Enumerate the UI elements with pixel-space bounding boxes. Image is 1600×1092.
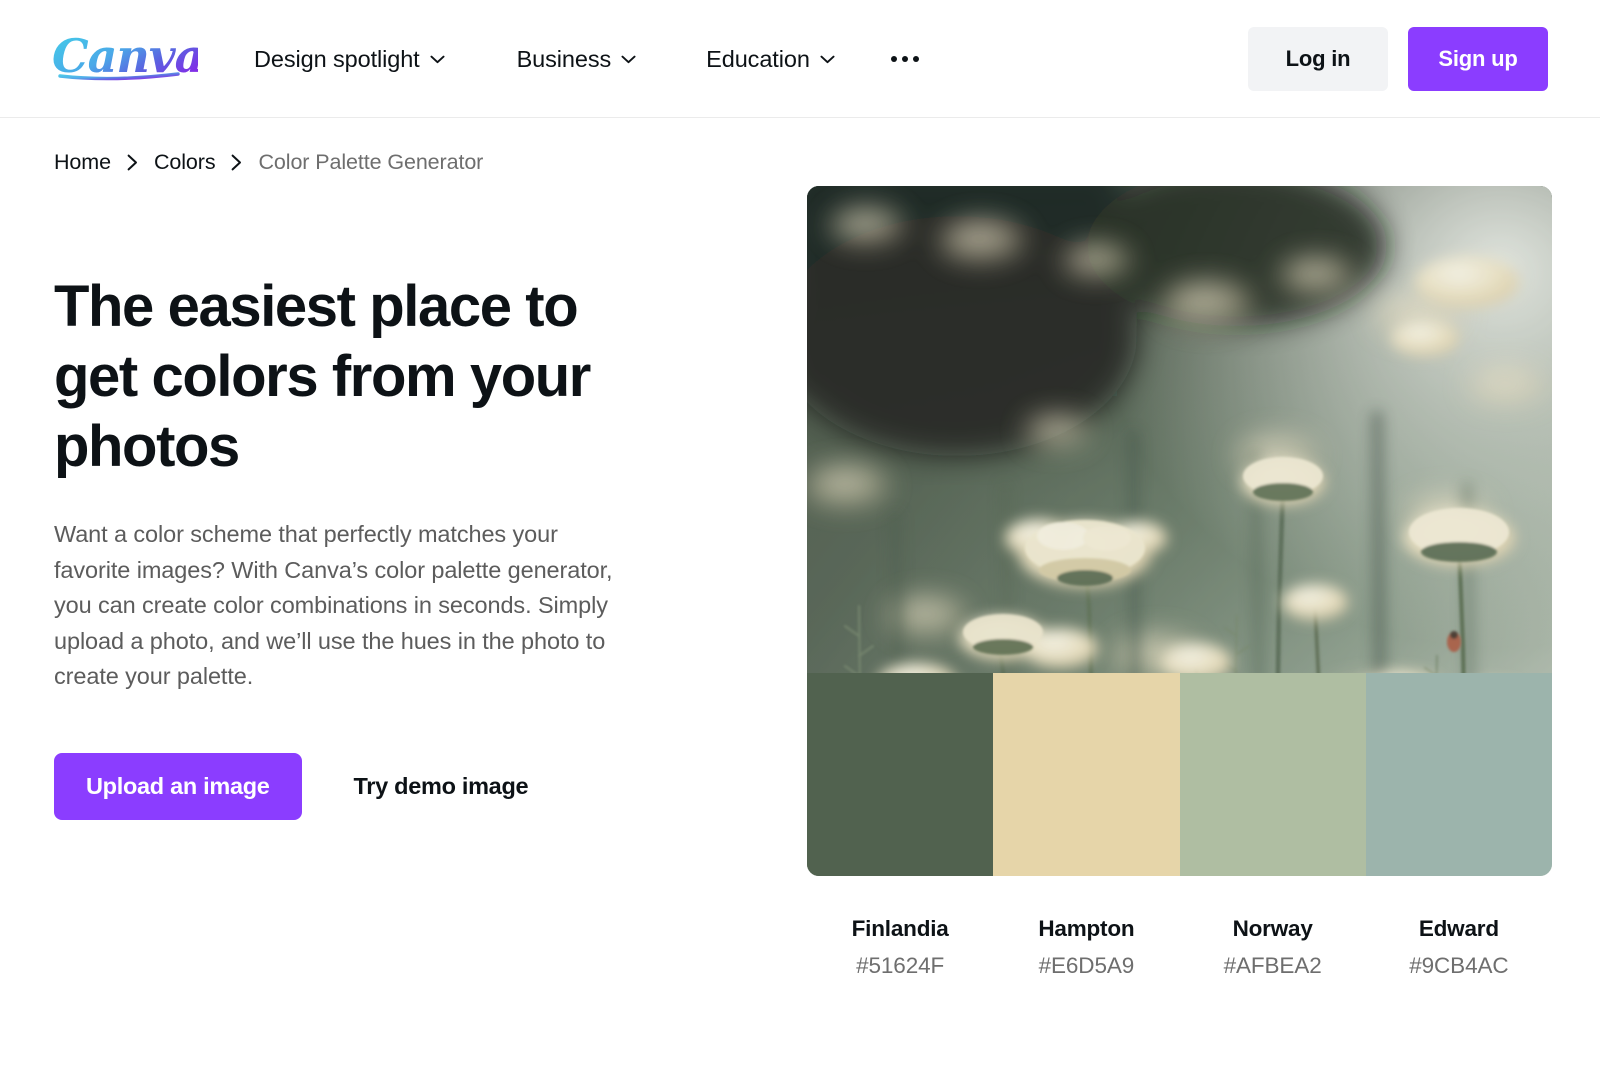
hero-actions: Upload an image Try demo image xyxy=(54,752,694,820)
color-swatch-edward[interactable] xyxy=(1365,673,1552,876)
ellipsis-icon[interactable] xyxy=(887,46,923,72)
breadcrumb: Home Colors Color Palette Generator xyxy=(54,150,483,175)
hero-description: Want a color scheme that perfectly match… xyxy=(54,521,613,689)
chevron-right-icon xyxy=(232,154,242,171)
color-label-norway: Norway #AFBEA2 xyxy=(1180,916,1366,979)
color-swatch-norway[interactable] xyxy=(1179,673,1366,876)
color-hex[interactable]: #AFBEA2 xyxy=(1180,953,1366,979)
ellipsis-dot xyxy=(901,56,908,62)
color-name: Norway xyxy=(1232,916,1313,941)
chevron-right-icon xyxy=(127,154,137,171)
color-swatch-finlandia[interactable] xyxy=(807,673,994,876)
site-header: Canva Design spotlight Business Educatio… xyxy=(0,0,1600,118)
nav-item-education[interactable]: Education xyxy=(706,40,835,79)
ellipsis-dot xyxy=(912,56,919,62)
color-swatch-hampton[interactable] xyxy=(993,673,1180,876)
upload-an-image-button[interactable]: Upload an image xyxy=(54,752,302,820)
chevron-down-icon xyxy=(621,55,636,63)
color-label-finlandia: Finlandia #51624F xyxy=(807,916,993,979)
nav-label: Education xyxy=(706,45,810,72)
color-name: Edward xyxy=(1418,916,1499,941)
color-swatch-row xyxy=(807,673,1552,876)
color-name: Finlandia xyxy=(851,916,949,941)
color-hex[interactable]: #9CB4AC xyxy=(1366,953,1552,979)
color-name: Hampton xyxy=(1038,916,1135,941)
try-demo-image-button[interactable]: Try demo image xyxy=(354,773,529,800)
chevron-down-icon xyxy=(820,55,835,63)
nav-item-business[interactable]: Business xyxy=(517,40,637,79)
auth-buttons: Log in Sign up xyxy=(1248,27,1548,91)
nav-label: Business xyxy=(516,45,612,72)
color-label-hampton: Hampton #E6D5A9 xyxy=(993,916,1179,979)
canva-logo[interactable]: Canva xyxy=(52,30,198,86)
sign-up-button[interactable]: Sign up xyxy=(1408,27,1548,91)
chevron-down-icon xyxy=(430,55,445,63)
color-hex[interactable]: #51624F xyxy=(807,953,993,979)
nav-item-design-spotlight[interactable]: Design spotlight xyxy=(254,40,445,79)
breadcrumb-item-current: Color Palette Generator xyxy=(258,150,484,174)
ellipsis-dot xyxy=(890,56,897,62)
palette-preview-card xyxy=(807,186,1552,876)
page-title: The easiest place to get colors from you… xyxy=(54,274,591,479)
log-in-button[interactable]: Log in xyxy=(1248,27,1388,91)
color-labels-row: Finlandia #51624F Hampton #E6D5A9 Norway… xyxy=(807,916,1552,979)
hero-section: The easiest place to get colors from you… xyxy=(54,272,694,820)
nav-label: Design spotlight xyxy=(254,45,420,72)
primary-nav: Design spotlight Business Education xyxy=(254,0,923,118)
color-hex[interactable]: #E6D5A9 xyxy=(993,953,1179,979)
breadcrumb-item-colors[interactable]: Colors xyxy=(154,150,216,175)
color-label-edward: Edward #9CB4AC xyxy=(1366,916,1552,979)
breadcrumb-item-home[interactable]: Home xyxy=(54,150,111,175)
